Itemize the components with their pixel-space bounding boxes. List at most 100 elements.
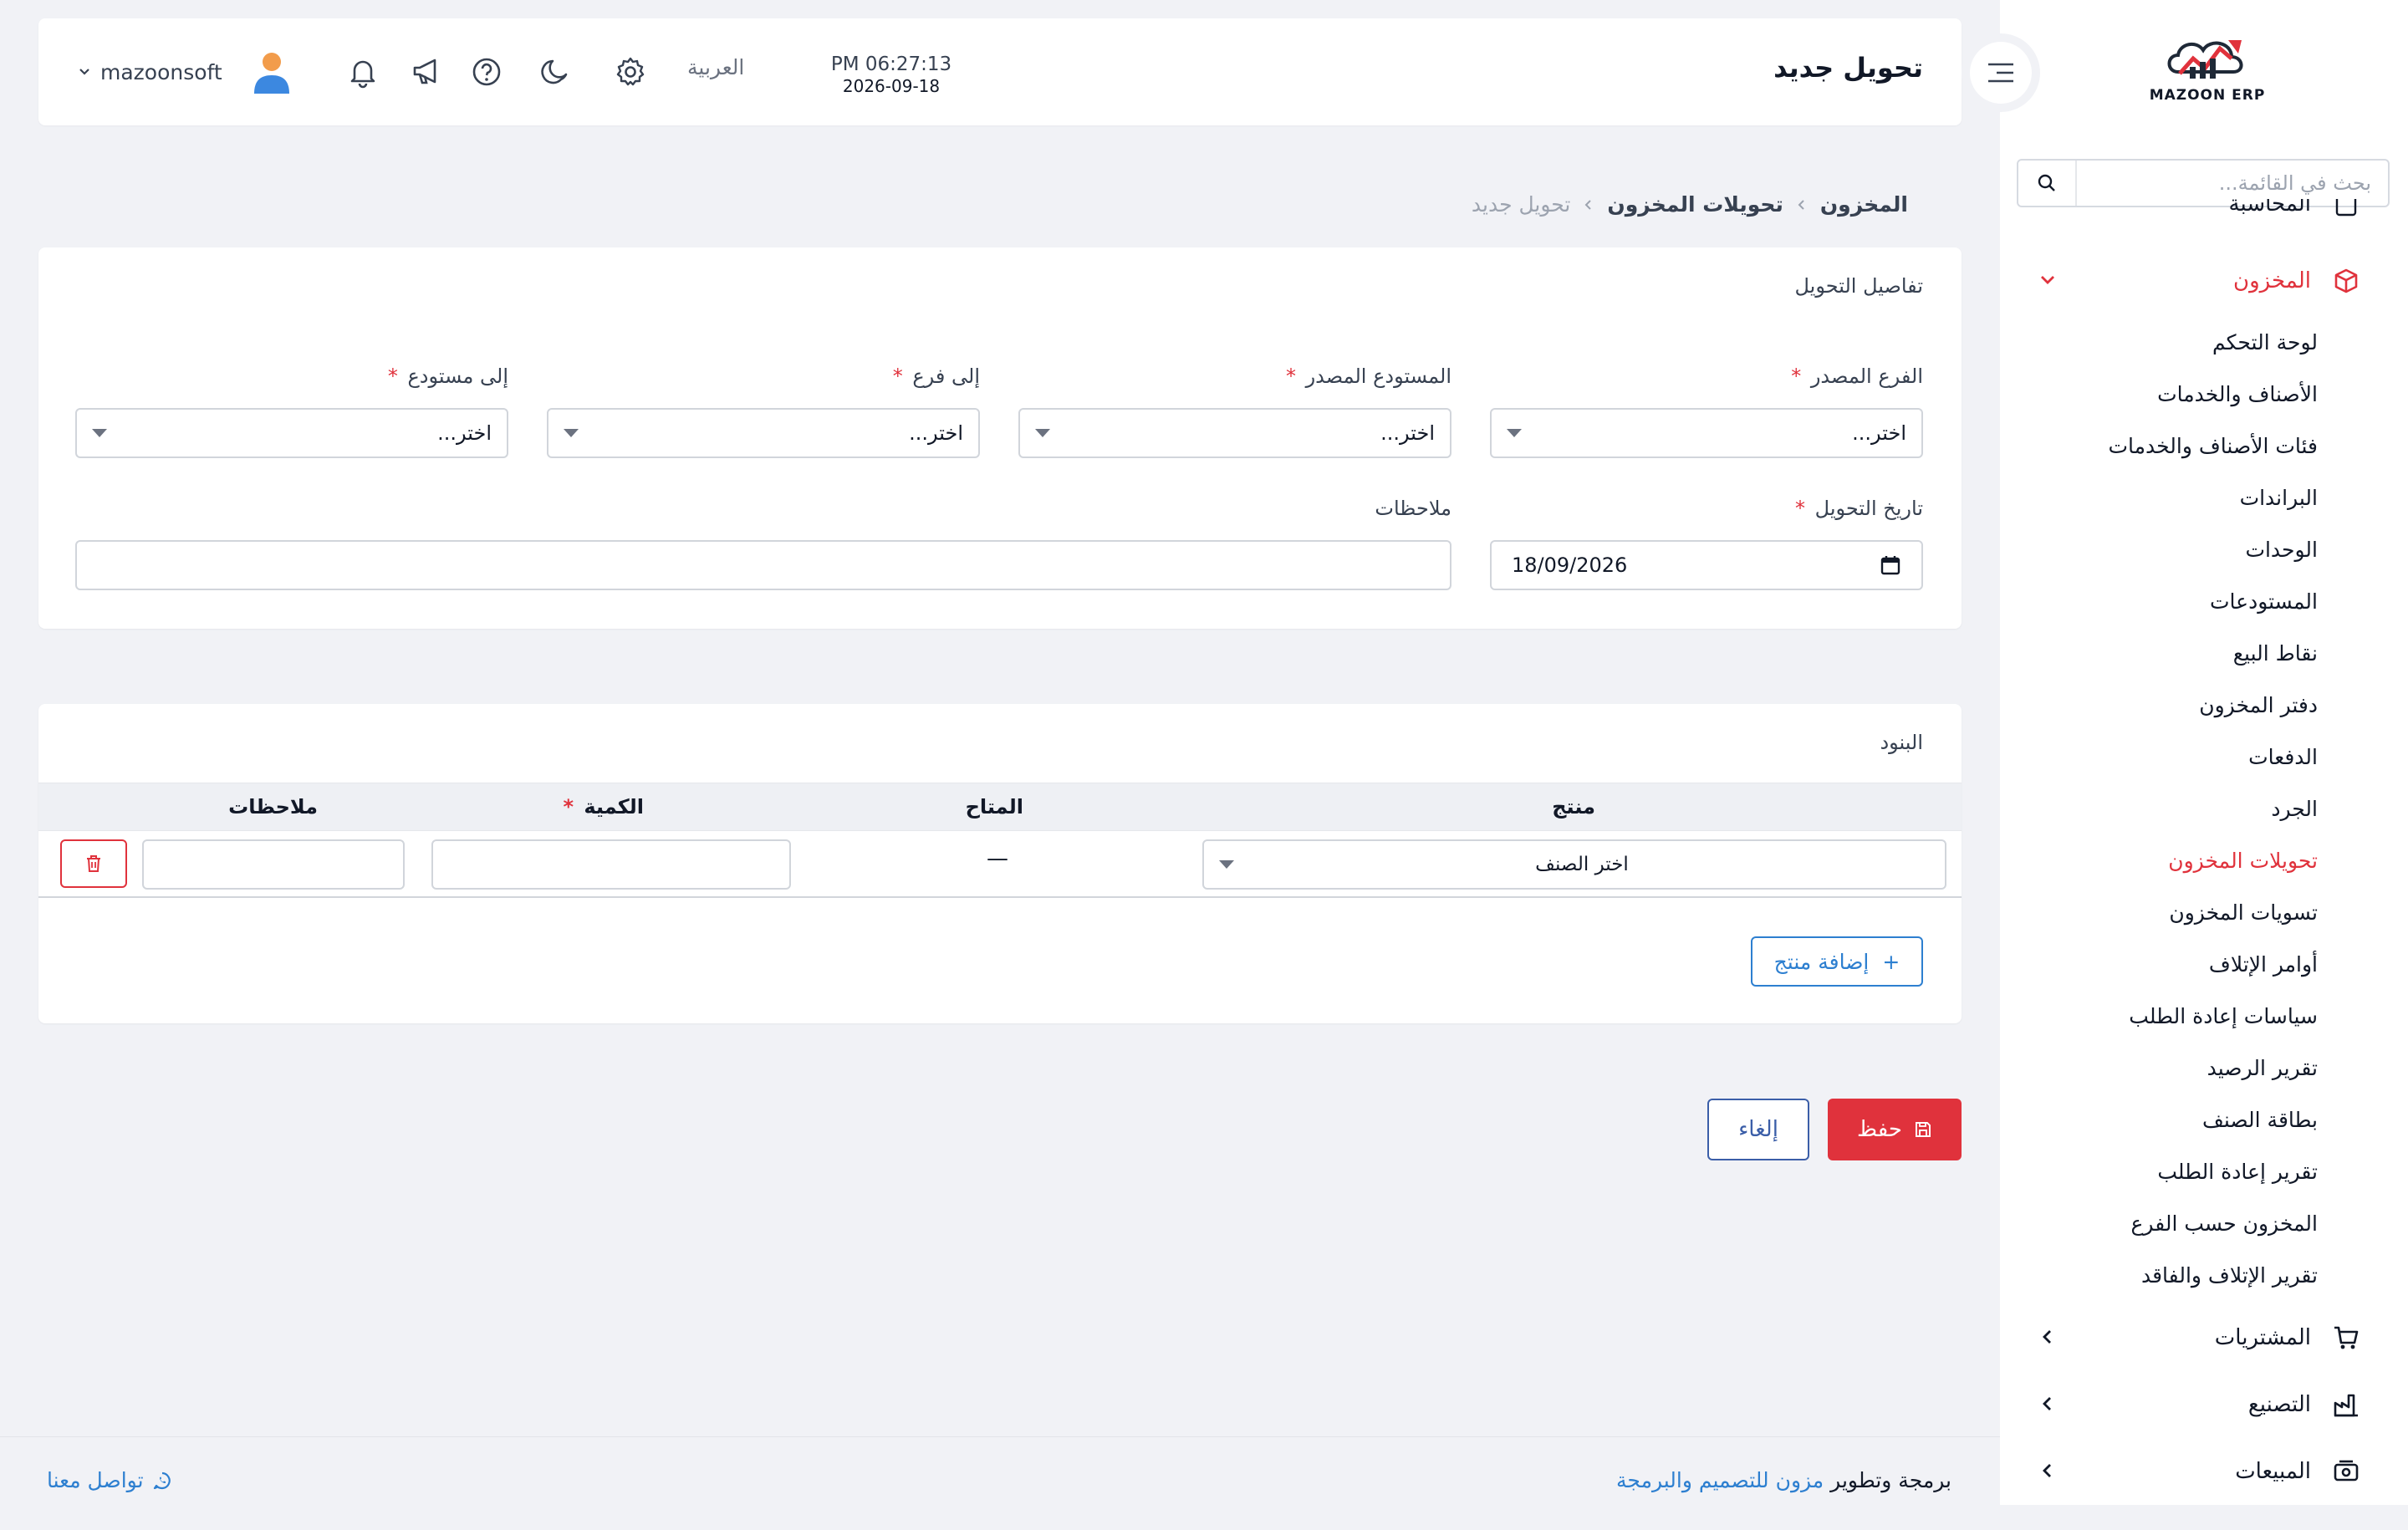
required-mark: * xyxy=(387,365,398,388)
transfer-date-label: تاريخ التحويل * xyxy=(1795,497,1923,520)
settings-gear-icon[interactable] xyxy=(612,54,649,90)
dark-mode-moon-icon[interactable] xyxy=(537,54,574,90)
sidebar-item-sales[interactable]: المبيعات xyxy=(2000,1448,2408,1495)
sidebar-subitem[interactable]: بطاقة الصنف xyxy=(2202,1104,2318,1137)
caret-down-icon xyxy=(92,429,107,437)
select-value: اختر... xyxy=(1852,421,1906,445)
header-text: الكمية xyxy=(584,795,644,819)
sidebar-subitem[interactable]: تقرير الإتلاف والفاقد xyxy=(2141,1259,2318,1293)
logo-text: MAZOON ERP xyxy=(2149,87,2266,104)
help-icon[interactable] xyxy=(468,54,505,90)
select-value: اختر... xyxy=(909,421,963,445)
box-icon xyxy=(2329,268,2363,294)
megaphone-icon[interactable] xyxy=(408,54,445,90)
plus-icon: + xyxy=(1882,949,1900,974)
to-warehouse-select[interactable]: اختر... xyxy=(75,408,508,458)
logo-mark-icon xyxy=(2167,40,2243,79)
clock: PM 06:27:13 2026-09-18 xyxy=(791,52,992,95)
chevron-down-icon xyxy=(77,64,92,79)
caret-down-icon xyxy=(1507,429,1522,437)
sidebar-item-label: المخزون xyxy=(2233,268,2311,293)
sidebar-subitem[interactable]: الدفعات xyxy=(2248,741,2318,774)
select-value: اختر الصنف xyxy=(1535,854,1629,875)
notification-bell-icon[interactable] xyxy=(344,54,381,90)
sidebar-subitem[interactable]: المخزون حسب الفرع xyxy=(2131,1207,2319,1241)
whatsapp-icon xyxy=(152,1471,172,1491)
chevron-left-icon xyxy=(1795,198,1809,212)
chevron-left-icon xyxy=(2037,1393,2059,1415)
source-warehouse-select[interactable]: اختر... xyxy=(1018,408,1451,458)
sidebar-subitem[interactable]: الجرد xyxy=(2271,793,2318,826)
row-notes-input[interactable] xyxy=(142,839,405,890)
label-text: المستودع المصدر xyxy=(1305,365,1451,388)
sidebar-toggle-button[interactable] xyxy=(1962,33,2040,112)
save-button[interactable]: حفظ xyxy=(1828,1099,1962,1160)
sidebar-subitem[interactable]: فئات الأصناف والخدمات xyxy=(2109,430,2319,463)
breadcrumb-item-transfers[interactable]: تحويلات المخزون xyxy=(1607,192,1783,217)
avatar xyxy=(253,50,291,94)
quantity-input[interactable] xyxy=(431,839,791,890)
footer-credit-link[interactable]: مزون للتصميم والبرمجة xyxy=(1616,1468,1824,1492)
to-warehouse-label: إلى مستودع * xyxy=(388,365,508,388)
clock-time: PM 06:27:13 xyxy=(830,54,952,75)
sidebar-subitem[interactable]: تسويات المخزون xyxy=(2169,896,2318,930)
add-product-button[interactable]: + إضافة منتج xyxy=(1751,936,1923,987)
notes-input[interactable] xyxy=(75,540,1451,590)
sidebar-item-label: المشتريات xyxy=(2214,1325,2311,1350)
breadcrumb: المخزون تحويلات المخزون تحويل جديد xyxy=(1472,192,1908,217)
sidebar-item-inventory[interactable]: المخزون xyxy=(2000,258,2408,304)
sidebar-subitem[interactable]: سياسات إعادة الطلب xyxy=(2129,1000,2318,1033)
user-menu[interactable]: mazoonsoft xyxy=(77,50,291,94)
sidebar-subitem[interactable]: البراندات xyxy=(2240,482,2318,515)
required-mark: * xyxy=(1795,497,1805,520)
cancel-button[interactable]: إلغاء xyxy=(1707,1099,1809,1160)
sidebar-subitem[interactable]: نقاط البيع xyxy=(2233,637,2318,671)
sidebar-subitem[interactable]: تحويلات المخزون xyxy=(2168,844,2318,878)
sidebar-subitem[interactable]: تقرير إعادة الطلب xyxy=(2157,1155,2318,1189)
footer-credit-prefix: برمجة وتطوير xyxy=(1830,1468,1951,1492)
breadcrumb-item-inventory[interactable]: المخزون xyxy=(1820,192,1908,217)
column-header-notes: ملاحظات xyxy=(228,795,318,819)
contact-label: تواصل معنا xyxy=(47,1468,144,1492)
date-value: 18/09/2026 xyxy=(1512,553,1628,577)
sidebar-subitem[interactable]: تقرير الرصيد xyxy=(2207,1052,2318,1085)
sidebar-subitem[interactable]: المستودعات xyxy=(2210,585,2318,619)
required-mark: * xyxy=(892,365,903,388)
source-branch-select[interactable]: اختر... xyxy=(1490,408,1923,458)
app-logo[interactable]: MAZOON ERP xyxy=(2124,33,2291,117)
chevron-left-icon xyxy=(1582,198,1595,212)
transfer-date-input[interactable]: 18/09/2026 xyxy=(1490,540,1923,590)
button-label: إضافة منتج xyxy=(1773,949,1870,974)
breadcrumb-item-current: تحويل جديد xyxy=(1471,192,1571,217)
sidebar-item-label: المبيعات xyxy=(2235,1459,2311,1484)
required-mark: * xyxy=(563,795,574,819)
delete-row-button[interactable] xyxy=(60,839,127,888)
label-text: إلى فرع xyxy=(912,365,980,388)
sidebar-item-label: التصنيع xyxy=(2247,1392,2311,1417)
sidebar-item-label: المحاسبة xyxy=(2228,199,2311,217)
contact-us-link[interactable]: تواصل معنا xyxy=(47,1468,172,1492)
product-select[interactable]: اختر الصنف xyxy=(1202,839,1946,890)
page-title: تحويل جديد xyxy=(1773,52,1923,84)
sidebar-subitem[interactable]: دفتر المخزون xyxy=(2199,689,2318,722)
footer-credit: برمجة وتطوير مزون للتصميم والبرمجة xyxy=(1616,1468,1951,1492)
available-quantity: — xyxy=(987,846,1008,871)
footer-divider xyxy=(0,1436,2000,1437)
column-header-available: المتاح xyxy=(965,795,1023,819)
chevron-left-icon xyxy=(2037,1326,2059,1348)
language-switch[interactable]: العربية xyxy=(687,55,744,79)
transfer-details-card: تفاصيل التحويل الفرع المصدر * المستودع ا… xyxy=(38,247,1962,629)
to-branch-select[interactable]: اختر... xyxy=(547,408,980,458)
caret-down-icon xyxy=(1219,860,1234,869)
sidebar-subitem[interactable]: أوامر الإتلاف xyxy=(2209,948,2318,982)
sidebar-subitem[interactable]: الأصناف والخدمات xyxy=(2157,378,2318,411)
caret-down-icon xyxy=(1035,429,1050,437)
calendar-icon[interactable] xyxy=(1880,554,1901,576)
items-table-header: منتج المتاح الكمية * ملاحظات xyxy=(38,783,1962,831)
sidebar-subitem[interactable]: الوحدات xyxy=(2245,533,2318,567)
sidebar-subitem[interactable]: لوحة التحكم xyxy=(2212,326,2318,360)
sidebar-item-purchases[interactable]: المشتريات xyxy=(2000,1314,2408,1361)
sidebar-item-accounting[interactable]: المحاسبة xyxy=(2000,199,2408,232)
username: mazoonsoft xyxy=(100,59,222,84)
sidebar-item-manufacturing[interactable]: التصنيع xyxy=(2000,1381,2408,1428)
